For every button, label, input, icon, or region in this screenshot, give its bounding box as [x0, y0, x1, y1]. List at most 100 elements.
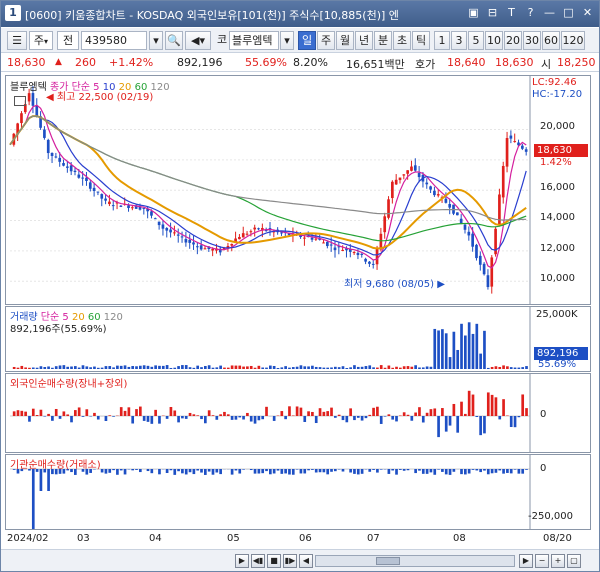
foreign-bar	[85, 409, 89, 416]
tab-month[interactable]: 월	[336, 31, 354, 50]
foreign-bar	[303, 416, 307, 422]
candle-body	[509, 135, 513, 139]
volume-bar	[47, 366, 50, 369]
price-chart-svg	[9, 76, 531, 304]
foreign-panel[interactable]: 외국인순매수량(장내+장외) 0	[5, 373, 591, 453]
foreign-bar	[261, 416, 265, 420]
candle-body	[501, 165, 505, 198]
volume-bar	[77, 367, 81, 369]
minimize-icon[interactable]: —	[542, 5, 557, 21]
search-icon[interactable]: 🔍	[165, 31, 183, 50]
inst-bar	[330, 469, 333, 472]
layout-icon[interactable]: ⊟	[485, 5, 500, 21]
close-icon[interactable]: ✕	[580, 5, 595, 21]
volume-bar	[280, 367, 284, 369]
interval-120[interactable]: 120	[561, 31, 585, 50]
candle-body	[50, 152, 54, 156]
foreign-bar	[437, 416, 440, 438]
volume-bar	[486, 367, 490, 369]
candle-body	[402, 174, 406, 176]
volume-bar	[437, 330, 440, 369]
volume-bar	[74, 366, 77, 369]
tab-year[interactable]: 년	[355, 31, 373, 50]
inst-panel[interactable]: 기관순매수량(거래소) 0 -250,000	[5, 454, 591, 530]
name-dropdown-icon[interactable]: ▾	[280, 31, 294, 50]
step-forward-icon[interactable]: ▮▶	[283, 554, 297, 568]
volume-bar	[517, 367, 521, 369]
foreign-bar	[169, 406, 173, 416]
volume-bar	[188, 367, 192, 369]
list-icon[interactable]: ☰	[7, 31, 27, 50]
scroll-left-icon[interactable]: ◀	[299, 554, 313, 568]
interval-1[interactable]: 1	[434, 31, 450, 50]
volume-bar	[452, 331, 456, 369]
inst-min-tick: -250,000	[528, 511, 573, 522]
foreign-bar	[96, 416, 100, 420]
candle-body	[62, 163, 65, 166]
candle-body	[329, 244, 333, 246]
speaker-icon[interactable]: ◀▾	[185, 31, 211, 50]
foreign-bar	[181, 416, 184, 419]
interval-20[interactable]: 20	[504, 31, 522, 50]
zoom-out-icon[interactable]: −	[535, 554, 549, 568]
inst-bar	[215, 469, 219, 473]
interval-60[interactable]: 60	[542, 31, 560, 50]
tab-day[interactable]: 일	[298, 31, 316, 50]
reset-zoom-icon[interactable]: ▢	[567, 554, 581, 568]
x-label-05: 05	[227, 533, 240, 544]
maximize-icon[interactable]: □	[561, 5, 576, 21]
inst-bar	[242, 469, 245, 470]
volume-bar	[20, 365, 24, 369]
interval-30[interactable]: 30	[523, 31, 541, 50]
stock-name-field[interactable]: 블루엠텍	[229, 31, 279, 50]
scroll-right-icon[interactable]: ▶	[519, 554, 533, 568]
foreign-bar	[406, 414, 410, 416]
interval-10[interactable]: 10	[485, 31, 503, 50]
candle-body	[153, 218, 157, 220]
foreign-bar	[230, 416, 234, 420]
scrollbar-track[interactable]	[315, 555, 515, 567]
inst-bar	[200, 469, 203, 473]
candle-body	[444, 198, 448, 203]
title-bar[interactable]: 1 [0600] 키움종합차트 - KOSDAQ 외국인보유[101(천)] 주…	[1, 1, 599, 27]
interval-5[interactable]: 5	[468, 31, 484, 50]
tab-minute[interactable]: 분	[374, 31, 392, 50]
chart-type-select[interactable]: 주▾	[29, 31, 53, 50]
candle-body	[100, 194, 104, 199]
zoom-in-icon[interactable]: +	[551, 554, 565, 568]
help-icon[interactable]: ?	[523, 5, 538, 21]
market-select[interactable]: 전	[57, 31, 79, 50]
stock-code-input[interactable]: 439580	[81, 31, 147, 50]
table-icon[interactable]	[14, 96, 26, 106]
text-icon[interactable]: T	[504, 5, 519, 21]
candle-body	[127, 205, 130, 209]
tab-tick[interactable]: 틱	[412, 31, 430, 50]
candle-body	[104, 198, 107, 201]
inst-bar	[150, 469, 154, 474]
volume-bar	[12, 366, 16, 369]
foreign-bar	[421, 416, 425, 423]
inst-bar	[452, 469, 456, 472]
inst-bar	[184, 469, 188, 475]
inst-bar	[525, 469, 528, 470]
link-icon[interactable]: ▣	[466, 5, 481, 21]
candle-body	[280, 232, 283, 234]
high-price-text: 최고 22,500 (02/19)	[56, 92, 154, 103]
step-back-icon[interactable]: ◀▮	[251, 554, 265, 568]
volume-panel[interactable]: 거래량 단순 5 20 60 120 892,196주(55.69%) 25,0…	[5, 306, 591, 372]
dropdown-icon[interactable]: ▾	[149, 31, 163, 50]
high-price-label: ◀ 최고 22,500 (02/19)	[46, 92, 154, 103]
inst-bar	[234, 469, 238, 471]
price-panel[interactable]: 블루엠텍 종가 단순 5 10 20 60 120 ◀ 최고 22,500 (0…	[5, 75, 591, 305]
foreign-bar	[58, 416, 62, 419]
tab-second[interactable]: 초	[393, 31, 411, 50]
play-icon[interactable]: ▶	[235, 554, 249, 568]
volume-bar	[173, 367, 177, 369]
stop-icon[interactable]: ■	[267, 554, 281, 568]
tab-week[interactable]: 주	[317, 31, 335, 50]
candle-body	[192, 242, 195, 245]
x-label-08: 08	[453, 533, 466, 544]
scrollbar-thumb[interactable]	[376, 557, 400, 565]
interval-3[interactable]: 3	[451, 31, 467, 50]
inst-bar	[322, 469, 326, 473]
